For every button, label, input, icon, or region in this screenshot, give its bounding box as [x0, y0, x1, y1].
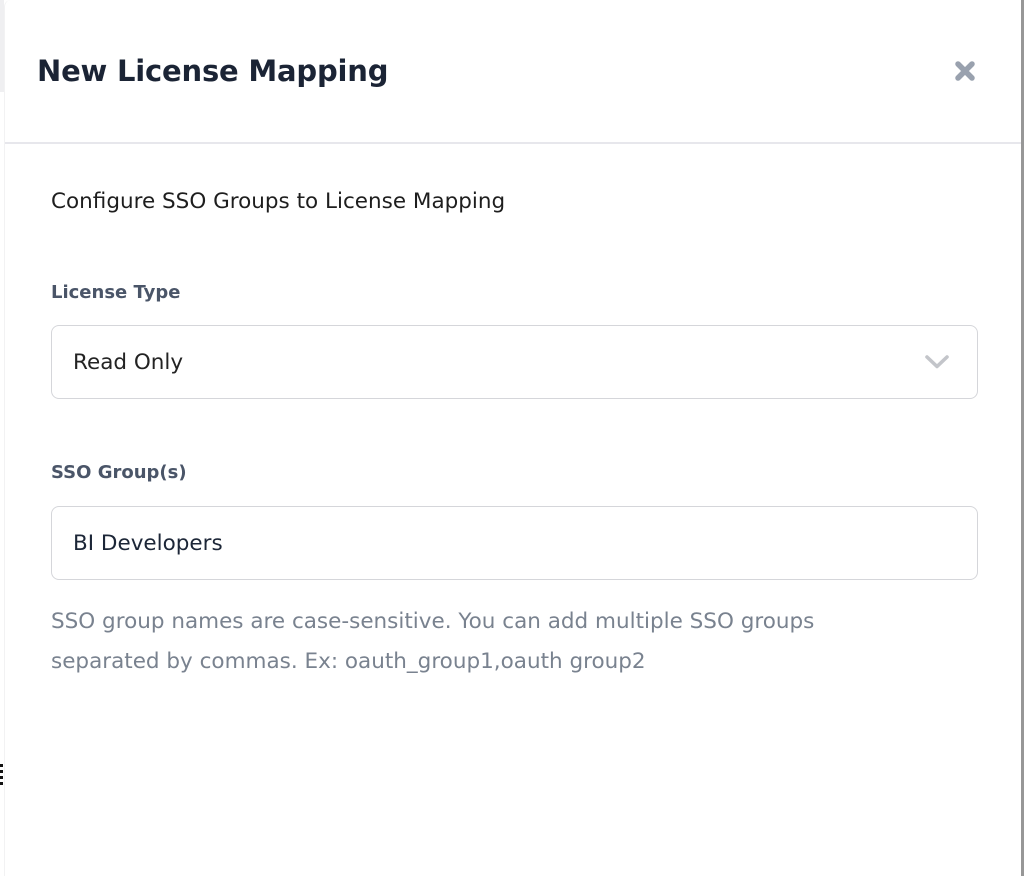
license-type-label: License Type	[51, 281, 977, 305]
close-icon	[950, 56, 980, 86]
screen: New License Mapping Configure SSO Groups…	[0, 0, 1028, 876]
close-button[interactable]	[945, 51, 985, 91]
modal-description: Configure SSO Groups to License Mapping	[51, 187, 977, 217]
modal-title: New License Mapping	[37, 54, 388, 88]
sso-groups-input[interactable]	[51, 506, 978, 580]
modal-header: New License Mapping	[5, 0, 1021, 144]
page-scrollbar[interactable]	[1021, 0, 1024, 876]
sso-groups-label: SSO Group(s)	[51, 461, 977, 485]
sso-groups-help-text: SSO group names are case-sensitive. You …	[51, 602, 911, 682]
license-type-select[interactable]: Read Only	[51, 325, 978, 399]
chevron-down-icon	[924, 354, 950, 370]
modal-body: Configure SSO Groups to License Mapping …	[5, 144, 1021, 682]
license-type-selected-value: Read Only	[73, 350, 183, 375]
new-license-mapping-modal: New License Mapping Configure SSO Groups…	[4, 0, 1021, 876]
